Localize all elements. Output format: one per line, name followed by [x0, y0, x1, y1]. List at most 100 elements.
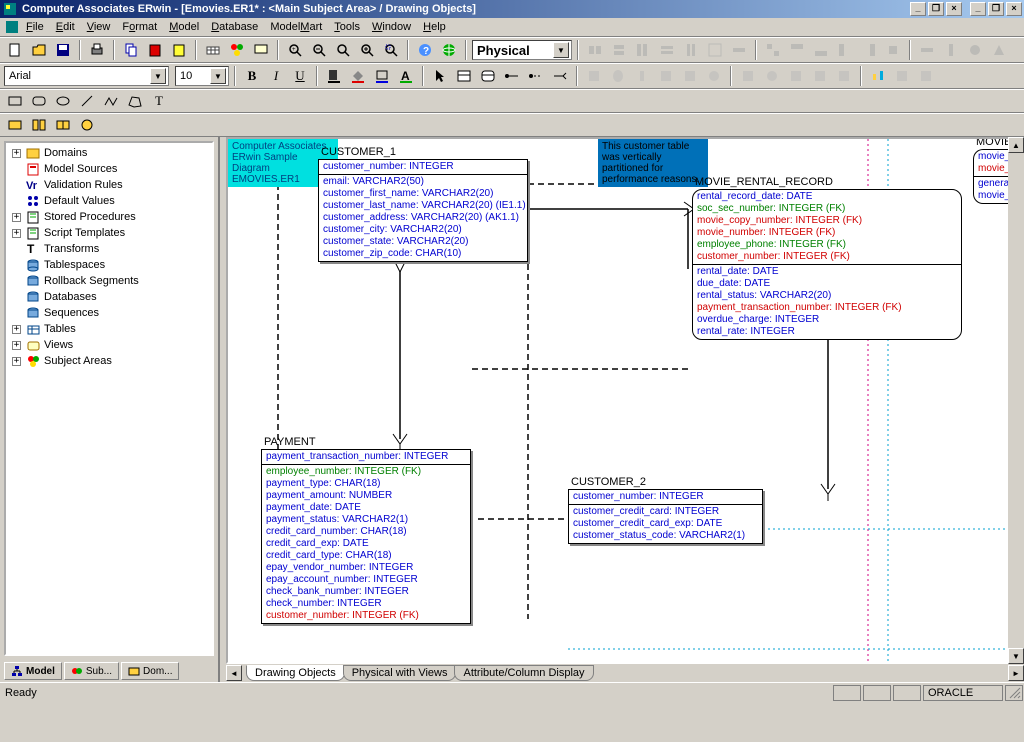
tree-item[interactable]: +Stored Procedures	[8, 209, 210, 225]
minimize-button[interactable]: _	[970, 2, 986, 16]
menu-help[interactable]: Help	[423, 21, 446, 33]
entity-customer-1[interactable]: CUSTOMER_1 customer_number: INTEGER emai…	[318, 159, 528, 262]
tree-item[interactable]: Default Values	[8, 193, 210, 209]
tree-item[interactable]: VrValidation Rules	[8, 177, 210, 193]
model-level-combo[interactable]: Physical ▼	[472, 40, 572, 60]
roundrect-shape-tool[interactable]	[28, 90, 50, 112]
maximize-button[interactable]: ❐	[988, 2, 1004, 16]
print-button[interactable]	[86, 39, 108, 61]
entity-payment[interactable]: PAYMENT payment_transaction_number: INTE…	[261, 449, 471, 624]
font-combo[interactable]: Arial ▼	[4, 66, 169, 86]
tree-item[interactable]: +Script Templates	[8, 225, 210, 241]
vertical-scrollbar[interactable]: ▲ ▼	[1008, 137, 1024, 664]
expand-icon[interactable]: +	[12, 149, 21, 158]
help-button[interactable]: ?	[414, 39, 436, 61]
dropdown-icon[interactable]: ▼	[150, 68, 166, 84]
mdi-maximize-button[interactable]: ❐	[928, 2, 944, 16]
mdi-minimize-button[interactable]: _	[910, 2, 926, 16]
scroll-down-button[interactable]: ▼	[1008, 648, 1024, 664]
polygon-shape-tool[interactable]	[124, 90, 146, 112]
scroll-up-button[interactable]: ▲	[1008, 137, 1024, 153]
paste-red-button[interactable]	[144, 39, 166, 61]
menu-model[interactable]: Model	[169, 21, 199, 33]
dropdown-icon[interactable]: ▼	[553, 42, 569, 58]
zoom-normal-button[interactable]	[332, 39, 354, 61]
sidebar-tab-subject[interactable]: Sub...	[64, 662, 119, 680]
zoom-in-button[interactable]	[356, 39, 378, 61]
font-size-combo[interactable]: 10 ▼	[175, 66, 229, 86]
menu-window[interactable]: Window	[372, 21, 411, 33]
copy-button[interactable]	[120, 39, 142, 61]
new-button[interactable]	[4, 39, 26, 61]
mdi-close-button[interactable]: ×	[946, 2, 962, 16]
fill-color-button[interactable]	[347, 65, 369, 87]
canvas-tab-drawing-objects[interactable]: Drawing Objects	[246, 665, 345, 681]
tree-item[interactable]: Rollback Segments	[8, 273, 210, 289]
transform-button-2[interactable]	[28, 114, 50, 136]
pointer-tool[interactable]	[429, 65, 451, 87]
scroll-left-button[interactable]: ◄	[226, 665, 242, 681]
italic-button[interactable]: I	[265, 65, 287, 87]
bold-button[interactable]: B	[241, 65, 263, 87]
tree-item[interactable]: Tablespaces	[8, 257, 210, 273]
expand-icon[interactable]: +	[12, 229, 21, 238]
text-color-button[interactable]: A	[395, 65, 417, 87]
font-color-button[interactable]	[323, 65, 345, 87]
identifying-rel-tool[interactable]	[501, 65, 523, 87]
open-button[interactable]	[28, 39, 50, 61]
ellipse-shape-tool[interactable]	[52, 90, 74, 112]
scroll-right-button[interactable]: ►	[1008, 665, 1024, 681]
tree-item[interactable]: +Tables	[8, 321, 210, 337]
entity-tool[interactable]	[453, 65, 475, 87]
nonidentifying-rel-tool[interactable]	[525, 65, 547, 87]
menu-modelmart[interactable]: ModelMart	[270, 21, 322, 33]
underline-button[interactable]: U	[289, 65, 311, 87]
tree-item[interactable]: Sequences	[8, 305, 210, 321]
transform-button-4[interactable]	[76, 114, 98, 136]
transform-button-3[interactable]	[52, 114, 74, 136]
menu-view[interactable]: View	[87, 21, 111, 33]
zoom-area-button[interactable]	[380, 39, 402, 61]
menu-edit[interactable]: Edit	[56, 21, 75, 33]
view-tool[interactable]	[477, 65, 499, 87]
paste-yellow-button[interactable]	[168, 39, 190, 61]
menu-file[interactable]: File	[26, 21, 44, 33]
rect-shape-tool[interactable]	[4, 90, 26, 112]
subject-area-button[interactable]	[226, 39, 248, 61]
zoom-fit-button[interactable]: +	[284, 39, 306, 61]
expand-icon[interactable]: +	[12, 341, 21, 350]
sidebar-tab-model[interactable]: Model	[4, 662, 62, 680]
polyline-shape-tool[interactable]	[100, 90, 122, 112]
close-button[interactable]: ×	[1006, 2, 1022, 16]
expand-icon[interactable]: +	[12, 357, 21, 366]
diagram-canvas[interactable]: Computer Associates ERwin Sample Diagram…	[226, 137, 1024, 664]
tree-view[interactable]: +DomainsModel SourcesVrValidation RulesD…	[4, 141, 214, 656]
tree-item[interactable]: +Subject Areas	[8, 353, 210, 369]
web-button[interactable]	[438, 39, 460, 61]
dropdown-icon[interactable]: ▼	[210, 68, 226, 84]
line-shape-tool[interactable]	[76, 90, 98, 112]
tree-item[interactable]: +Domains	[8, 145, 210, 161]
tree-item[interactable]: Model Sources	[8, 161, 210, 177]
text-shape-tool[interactable]: T	[148, 90, 170, 112]
line-color-button[interactable]	[371, 65, 393, 87]
canvas-tab-attribute-display[interactable]: Attribute/Column Display	[454, 665, 593, 681]
save-button[interactable]	[52, 39, 74, 61]
tree-item[interactable]: Databases	[8, 289, 210, 305]
mm-connect-button[interactable]	[867, 65, 889, 87]
zoom-out-button[interactable]	[308, 39, 330, 61]
resize-grip[interactable]	[1005, 685, 1023, 701]
many-rel-tool[interactable]	[549, 65, 571, 87]
tree-item[interactable]: +Views	[8, 337, 210, 353]
comment-note[interactable]: This customer table was vertically parti…	[598, 139, 708, 187]
tooltip-button[interactable]	[250, 39, 272, 61]
grid-button[interactable]	[202, 39, 224, 61]
entity-customer-2[interactable]: CUSTOMER_2 customer_number: INTEGER cust…	[568, 489, 763, 544]
expand-icon[interactable]: +	[12, 325, 21, 334]
expand-icon[interactable]: +	[12, 213, 21, 222]
canvas-tab-physical-views[interactable]: Physical with Views	[343, 665, 457, 681]
menu-format[interactable]: Format	[122, 21, 157, 33]
entity-movie-rental-record[interactable]: MOVIE_RENTAL_RECORD rental_record_date: …	[692, 189, 962, 340]
tree-item[interactable]: TTransforms	[8, 241, 210, 257]
menu-database[interactable]: Database	[211, 21, 258, 33]
